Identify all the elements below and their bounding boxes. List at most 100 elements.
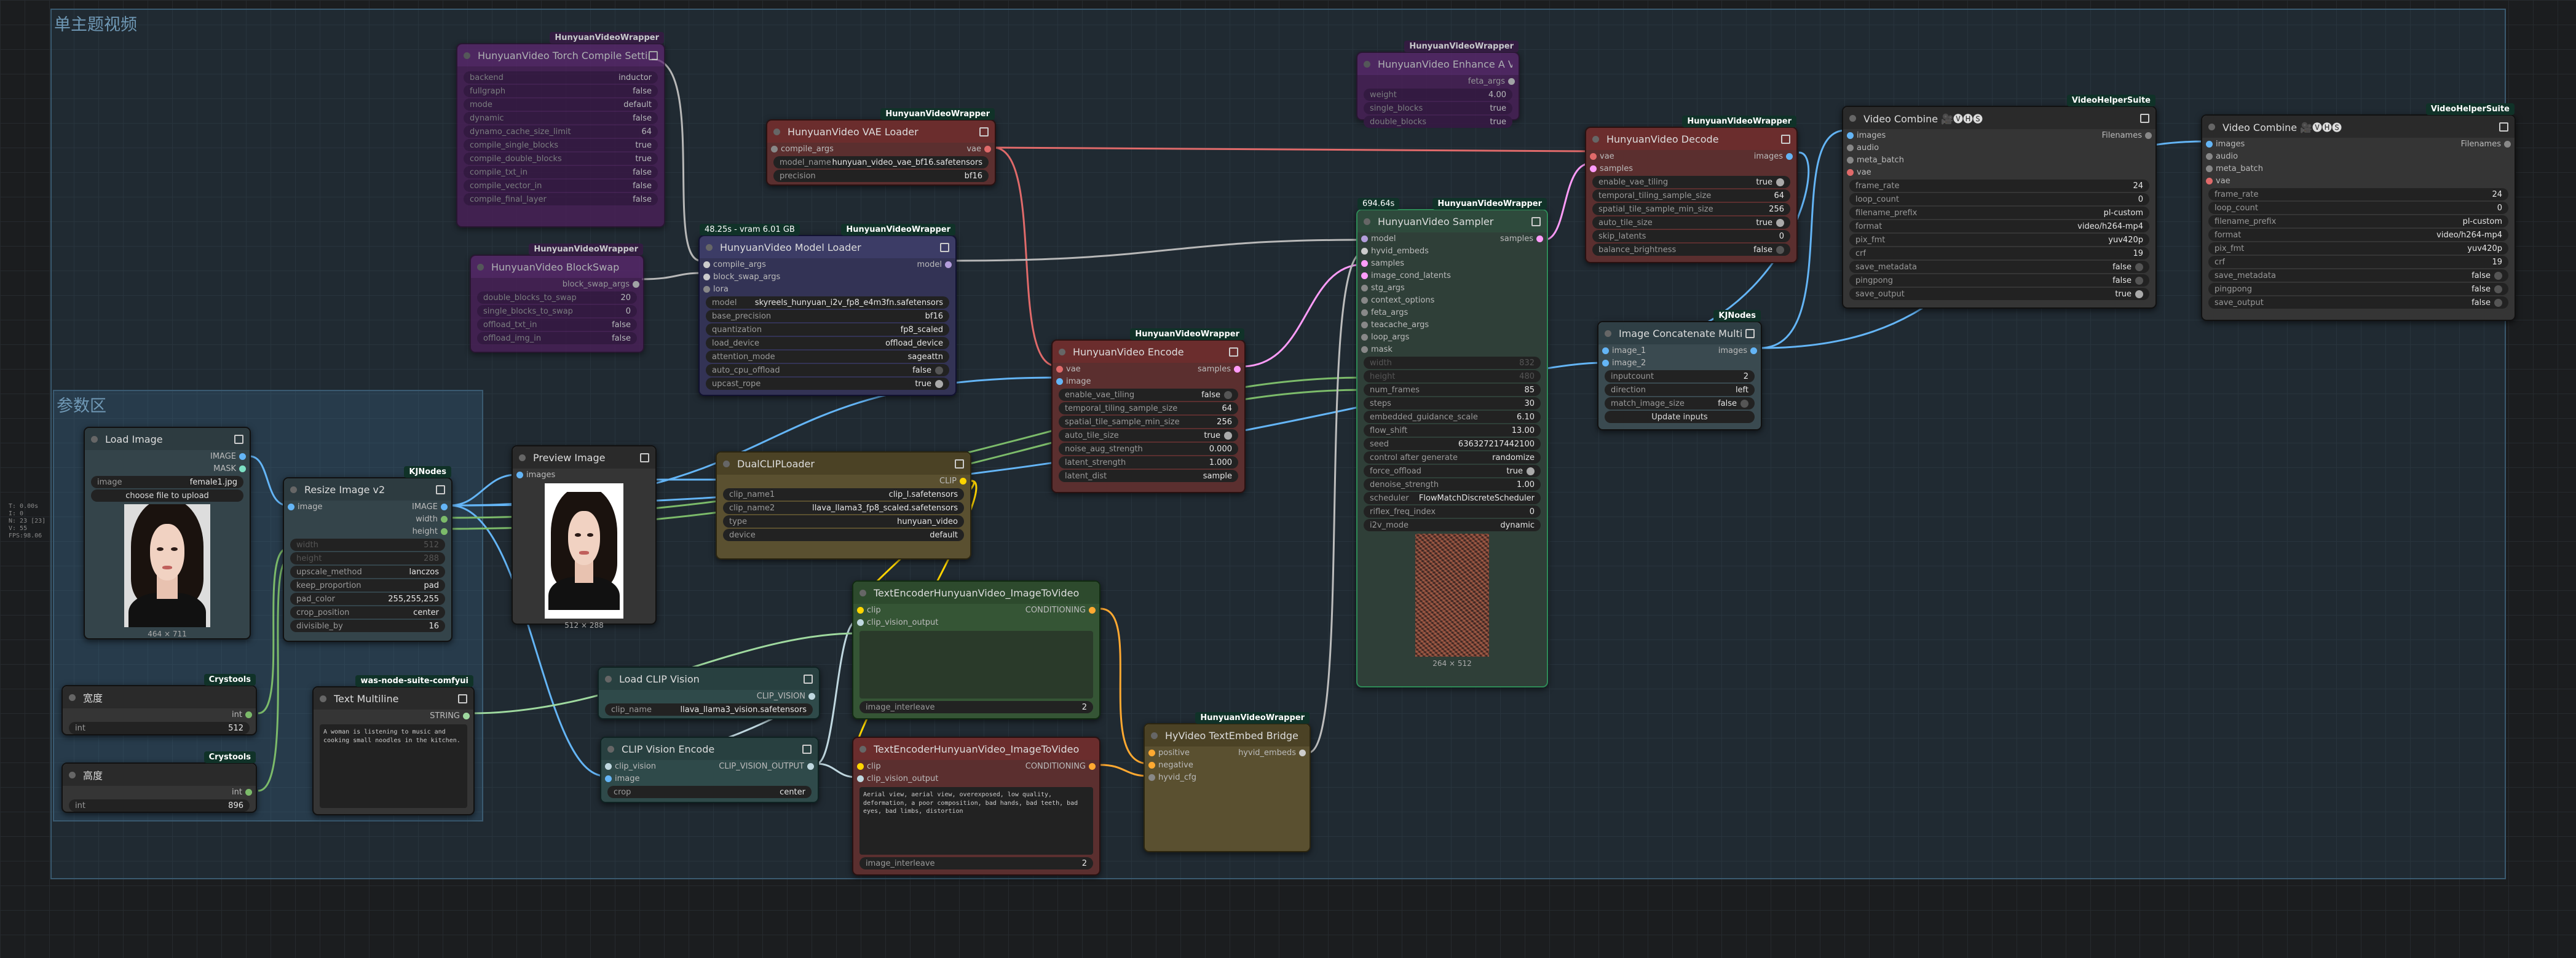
- widget-compile-double[interactable]: compile_double_blocks true: [464, 152, 658, 165]
- node-text-encoder-negative[interactable]: TextEncoderHunyuanVideo_ImageToVideo cli…: [852, 737, 1100, 876]
- collapse-dot[interactable]: [605, 675, 612, 683]
- collapse-dot[interactable]: [290, 486, 297, 493]
- widget-guidance-scale[interactable]: embedded_guidance_scale 6.10: [1364, 411, 1541, 423]
- widget-pingpong[interactable]: pingpong false: [2208, 283, 2508, 295]
- input-hyvid-embeds[interactable]: hyvid_embeds: [1357, 245, 1500, 257]
- node-menu-icon[interactable]: [2499, 122, 2508, 132]
- node-enhance[interactable]: HunyuanVideoWrapper HunyuanVideo Enhance…: [1356, 41, 1520, 128]
- widget-pix-fmt[interactable]: pix_fmt yuv420p: [2208, 242, 2508, 255]
- widget-load-device[interactable]: load_device offload_device: [706, 337, 949, 349]
- node-video-combine-1[interactable]: VideoHelperSuite Video Combine 🎥🅥🅗🅢 imag…: [1842, 95, 2157, 309]
- widget-latent-dist[interactable]: latent_dist sample: [1059, 470, 1238, 482]
- collapse-dot[interactable]: [1849, 114, 1856, 122]
- output-int[interactable]: int: [63, 786, 256, 798]
- output-hyvid-embeds[interactable]: hyvid_embeds: [1238, 746, 1310, 759]
- widget-width-converted[interactable]: width 832: [1364, 357, 1541, 369]
- node-menu-icon[interactable]: [1229, 347, 1238, 357]
- widget-clip-name2[interactable]: clip_name2 llava_llama3_fp8_scaled.safete…: [723, 502, 964, 514]
- input-image-cond-latents[interactable]: image_cond_latents: [1357, 269, 1500, 282]
- output-string[interactable]: STRING: [314, 710, 473, 722]
- input-meta-batch[interactable]: meta_batch: [1843, 154, 2102, 166]
- node-preview-image[interactable]: Preview Image images 512 × 288: [512, 445, 657, 630]
- input-positive[interactable]: positive: [1145, 746, 1238, 759]
- collapse-dot[interactable]: [519, 454, 526, 461]
- widget-mode[interactable]: mode default: [464, 98, 658, 111]
- widget-frame-rate[interactable]: frame_rate 24: [2208, 188, 2508, 200]
- collapse-dot[interactable]: [1364, 60, 1370, 68]
- output-conditioning[interactable]: CONDITIONING: [1025, 760, 1099, 772]
- widget-crf[interactable]: crf 19: [2208, 256, 2508, 268]
- positive-prompt-textarea[interactable]: [859, 631, 1093, 699]
- node-menu-icon[interactable]: [804, 674, 813, 684]
- node-menu-icon[interactable]: [1781, 134, 1790, 144]
- widget-denoise-strength[interactable]: denoise_strength 1.00: [1364, 478, 1541, 491]
- input-vae[interactable]: vae: [1053, 363, 1198, 375]
- input-image-1[interactable]: image_1: [1598, 344, 1718, 357]
- widget-double-blocks[interactable]: double_blocks true: [1364, 116, 1512, 128]
- collapse-dot[interactable]: [69, 771, 76, 778]
- widget-pad-color[interactable]: pad_color 255,255,255: [290, 593, 445, 605]
- output-block-swap-args[interactable]: block_swap_args: [471, 278, 643, 290]
- node-torch-compile[interactable]: HunyuanVideoWrapper HunyuanVideo Torch C…: [456, 32, 665, 228]
- widget-riflex[interactable]: riflex_freq_index 0: [1364, 505, 1541, 518]
- input-samples[interactable]: samples: [1586, 162, 1754, 175]
- input-teacache-args[interactable]: teacache_args: [1357, 319, 1500, 331]
- widget-seed[interactable]: seed 636327217442100: [1364, 438, 1541, 450]
- collapse-dot[interactable]: [723, 460, 730, 467]
- widget-dynamic[interactable]: dynamic false: [464, 112, 658, 124]
- output-mask[interactable]: MASK: [85, 462, 250, 475]
- widget-backend[interactable]: backend inductor: [464, 71, 658, 84]
- input-audio[interactable]: audio: [1843, 141, 2102, 154]
- input-samples[interactable]: samples: [1357, 257, 1500, 269]
- input-image-2[interactable]: image_2: [1598, 357, 1718, 369]
- input-lora[interactable]: lora: [700, 283, 917, 295]
- output-int[interactable]: int: [63, 708, 256, 721]
- widget-crop-position[interactable]: crop_position center: [290, 606, 445, 619]
- node-menu-icon[interactable]: [955, 459, 964, 469]
- output-vae[interactable]: vae: [966, 143, 995, 155]
- node-height[interactable]: Crystools 高度 int int 896: [61, 751, 257, 813]
- input-image[interactable]: image: [1053, 375, 1198, 387]
- input-clip-vision-output[interactable]: clip_vision_output: [853, 772, 1025, 785]
- node-load-clip-vision[interactable]: Load CLIP Vision CLIP_VISION clip_name ll…: [598, 667, 820, 719]
- widget-inputcount[interactable]: inputcount 2: [1605, 370, 1755, 382]
- output-model[interactable]: model: [917, 258, 955, 271]
- input-loop-args[interactable]: loop_args: [1357, 331, 1500, 343]
- widget-enable-vae-tiling[interactable]: enable_vae_tiling true: [1592, 176, 1790, 188]
- collapse-dot[interactable]: [1592, 135, 1599, 143]
- collapse-dot[interactable]: [1364, 218, 1370, 225]
- collapse-dot[interactable]: [706, 243, 713, 251]
- widget-model[interactable]: model skyreels_hunyuan_i2v_fp8_e4m3fn.saf…: [706, 296, 949, 309]
- widget-flow-shift[interactable]: flow_shift 13.00: [1364, 424, 1541, 437]
- collapse-dot[interactable]: [859, 589, 866, 596]
- collapse-dot[interactable]: [1059, 348, 1065, 355]
- widget-balance-brightness[interactable]: balance_brightness false: [1592, 243, 1790, 256]
- update-inputs-button[interactable]: Update inputs: [1605, 411, 1755, 423]
- input-images[interactable]: images: [2202, 138, 2461, 150]
- widget-auto-tile[interactable]: auto_tile_size true: [1592, 216, 1790, 229]
- collapse-dot[interactable]: [859, 745, 866, 753]
- node-model-loader[interactable]: 48.25s - vram 6.01 GB HunyuanVideoWrappe…: [698, 224, 957, 396]
- output-filenames[interactable]: Filenames: [2102, 129, 2155, 141]
- widget-pix-fmt[interactable]: pix_fmt yuv420p: [1849, 234, 2149, 246]
- widget-steps[interactable]: steps 30: [1364, 397, 1541, 410]
- node-clip-vision-encode[interactable]: CLIP Vision Encode clip_vision image CLI…: [600, 737, 819, 803]
- node-menu-icon[interactable]: [802, 744, 812, 754]
- output-filenames[interactable]: Filenames: [2461, 138, 2515, 150]
- choose-file-button[interactable]: choose file to upload: [91, 489, 243, 502]
- widget-compile-vector[interactable]: compile_vector_in false: [464, 180, 658, 192]
- widget-temporal-tiling[interactable]: temporal_tiling_sample_size 64: [1059, 402, 1238, 414]
- widget-compile-single[interactable]: compile_single_blocks true: [464, 139, 658, 151]
- widget-noise-aug[interactable]: noise_aug_strength 0.000: [1059, 443, 1238, 455]
- widget-loop-count[interactable]: loop_count 0: [1849, 193, 2149, 205]
- input-compile-args[interactable]: compile_args: [700, 258, 917, 271]
- widget-scheduler[interactable]: scheduler FlowMatchDiscreteScheduler: [1364, 492, 1541, 504]
- collapse-dot[interactable]: [1151, 732, 1158, 739]
- node-concat[interactable]: KJNodes Image Concatenate Multi image_1 …: [1597, 310, 1762, 430]
- widget-image-select[interactable]: image female1.jpg: [91, 476, 243, 488]
- node-sampler[interactable]: 694.64s HunyuanVideoWrapper HunyuanVideo…: [1356, 198, 1548, 687]
- input-model[interactable]: model: [1357, 232, 1500, 245]
- collapse-dot[interactable]: [477, 263, 484, 271]
- node-textembed-bridge[interactable]: HunyuanVideoWrapper HyVideo TextEmbed Br…: [1144, 712, 1311, 852]
- input-hyvid-cfg[interactable]: hyvid_cfg: [1145, 771, 1238, 783]
